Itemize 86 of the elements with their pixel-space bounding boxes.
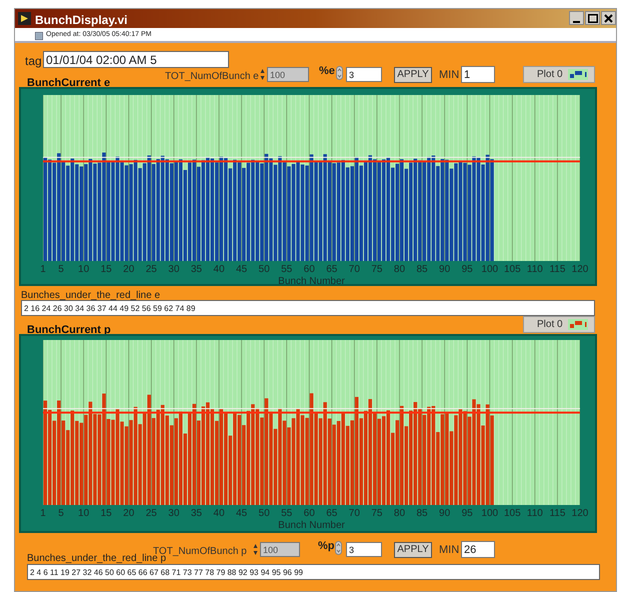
tick-label: 5: [58, 509, 64, 519]
tick-label: 115: [549, 265, 566, 275]
tick-label: 1: [40, 509, 46, 519]
close-icon: [604, 14, 613, 22]
tick-label: 60: [304, 265, 315, 275]
tick-label: 85: [416, 265, 428, 275]
tick-label: 40: [213, 265, 225, 275]
tick-label: 45: [236, 265, 248, 275]
tick-label: 70: [348, 509, 360, 519]
tick-label: 65: [326, 509, 338, 519]
tick-label: 40: [213, 509, 225, 519]
tick-label: 50: [258, 265, 270, 275]
plot-legend-button[interactable]: Plot 0: [523, 316, 595, 333]
tick-label: 95: [462, 265, 473, 275]
min-field[interactable]: 26: [461, 541, 495, 558]
tick-label: 100: [481, 509, 498, 519]
window-title: BunchDisplay.vi: [35, 12, 128, 29]
tick-label: 80: [394, 509, 406, 519]
app-icon: [18, 12, 31, 25]
bunches-field[interactable]: 2 16 24 26 30 34 36 37 44 49 52 56 59 62 74 89: [21, 300, 595, 316]
apply-button[interactable]: APPLY: [394, 542, 432, 558]
tick-label: 25: [146, 265, 157, 275]
maximize-icon: [588, 14, 598, 22]
tick-label: 80: [394, 265, 406, 275]
apply-button[interactable]: APPLY: [394, 67, 432, 83]
spinner-icon: [336, 66, 343, 80]
percent-field[interactable]: 3: [346, 542, 382, 557]
close-button[interactable]: [601, 11, 616, 25]
tick-label: 65: [326, 265, 338, 275]
tick-label: 1: [40, 265, 46, 275]
min-label: MIN: [439, 68, 460, 83]
tick-label: 100: [481, 265, 498, 275]
document-icon: [35, 32, 43, 40]
tick-label: 20: [123, 265, 134, 275]
tick-label: 35: [190, 265, 202, 275]
tag-label: tag: [25, 53, 42, 70]
tick-label: 20: [123, 509, 134, 519]
tick-label: 75: [371, 265, 382, 275]
spinner-icon: [253, 543, 258, 556]
tick-label: 25: [146, 509, 157, 519]
axis-label: Bunch Number: [278, 277, 345, 287]
tick-label: 120: [572, 265, 588, 275]
tick-label: 50: [258, 509, 270, 519]
minimize-button[interactable]: [569, 11, 584, 25]
tick-label: 30: [168, 265, 180, 275]
tick-label: 95: [462, 509, 473, 519]
tick-label: 70: [348, 265, 360, 275]
spinner-icon: [335, 541, 342, 555]
percent-field[interactable]: 3: [346, 67, 382, 82]
axis-label: Bunch Number: [278, 521, 345, 531]
tick-label: 110: [526, 509, 543, 519]
min-field[interactable]: 1: [461, 66, 495, 83]
tick-label: 105: [504, 509, 521, 519]
tick-label: 105: [504, 265, 521, 275]
tick-label: 15: [100, 265, 112, 275]
tot-label: TOT_NumOfBunch e: [165, 70, 259, 84]
tick-label: 5: [58, 265, 64, 275]
tick-label: 55: [281, 265, 292, 275]
tick-label: 110: [526, 265, 543, 275]
tot-field[interactable]: 100: [260, 542, 300, 557]
spinner-icon: [260, 68, 265, 81]
tick-label: 90: [439, 265, 450, 275]
percent-label: %e: [319, 64, 335, 79]
tick-label: 90: [439, 509, 450, 519]
percent-label: %p: [318, 539, 334, 554]
tot-field[interactable]: 100: [267, 67, 309, 82]
tick-label: 15: [100, 509, 112, 519]
bunches-field[interactable]: 2 4 6 11 19 27 32 46 50 60 65 66 67 68 71 73 77 78 79 88 92 93 94 95 96 99: [27, 564, 600, 580]
tick-label: 120: [572, 509, 588, 519]
tick-label: 115: [549, 509, 566, 519]
tag-field[interactable]: 01/01/04 02:00 AM 5: [43, 51, 229, 68]
min-label: MIN: [439, 543, 460, 558]
chart-title: BunchCurrent e: [27, 76, 110, 91]
tick-label: 10: [78, 265, 90, 275]
tick-label: 85: [416, 509, 428, 519]
maximize-button[interactable]: [585, 11, 600, 25]
tick-label: 75: [371, 509, 382, 519]
tick-label: 10: [78, 509, 90, 519]
list-label: Bunches_under_the_red_line e: [21, 289, 160, 303]
tick-label: 35: [190, 509, 202, 519]
minimize-icon: [573, 20, 580, 22]
tick-label: 60: [304, 509, 315, 519]
tick-label: 55: [281, 509, 292, 519]
tick-label: 45: [236, 509, 248, 519]
tick-label: 30: [168, 509, 180, 519]
plot-legend-button[interactable]: Plot 0: [523, 66, 595, 83]
